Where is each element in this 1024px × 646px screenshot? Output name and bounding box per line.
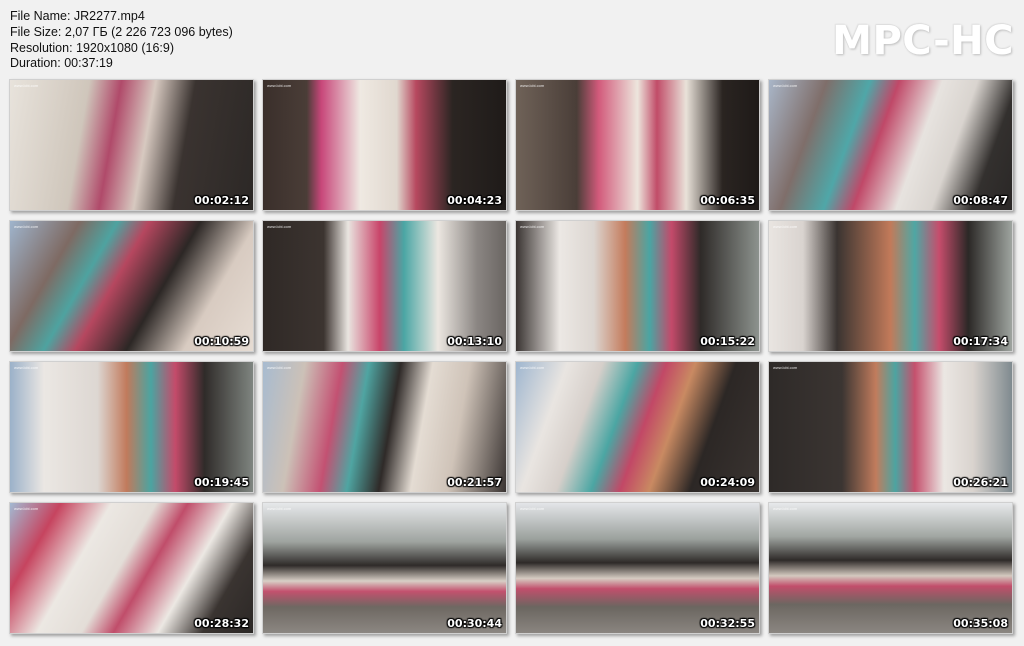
thumbnail: www.lcbi.com 00:08:47 [768, 79, 1013, 211]
watermark: www.lcbi.com [520, 506, 545, 511]
thumbnail: www.lcbi.com 00:30:44 [262, 502, 507, 634]
timestamp: 00:32:55 [700, 617, 755, 630]
video-frame [263, 80, 506, 210]
watermark: www.lcbi.com [773, 224, 798, 229]
thumbnail: www.lcbi.com 00:21:57 [262, 361, 507, 493]
video-frame [516, 362, 759, 492]
timestamp: 00:15:22 [700, 335, 755, 348]
duration-line: Duration: 00:37:19 [10, 56, 113, 71]
thumbnail-grid: www.lcbi.com 00:02:12 www.lcbi.com 00:04… [9, 79, 1014, 636]
timestamp: 00:17:34 [953, 335, 1008, 348]
thumbnail: www.lcbi.com 00:19:45 [9, 361, 254, 493]
thumbnail: www.lcbi.com 00:04:23 [262, 79, 507, 211]
thumbnail: www.lcbi.com 00:13:10 [262, 220, 507, 352]
thumbnail: www.lcbi.com 00:17:34 [768, 220, 1013, 352]
thumbnail: www.lcbi.com 00:06:35 [515, 79, 760, 211]
thumbnail: www.lcbi.com 00:28:32 [9, 502, 254, 634]
watermark: www.lcbi.com [773, 83, 798, 88]
video-frame [263, 221, 506, 351]
watermark: www.lcbi.com [520, 83, 545, 88]
watermark: www.lcbi.com [520, 365, 545, 370]
resolution-line: Resolution: 1920x1080 (16:9) [10, 40, 175, 55]
timestamp: 00:10:59 [194, 335, 249, 348]
video-frame [516, 221, 759, 351]
watermark: www.lcbi.com [267, 365, 292, 370]
watermark: www.lcbi.com [267, 506, 292, 511]
video-frame [263, 362, 506, 492]
thumbnail: www.lcbi.com 00:15:22 [515, 220, 760, 352]
video-frame [769, 80, 1012, 210]
video-frame [10, 80, 253, 210]
video-frame [769, 221, 1012, 351]
watermark: www.lcbi.com [773, 365, 798, 370]
timestamp: 00:19:45 [194, 476, 249, 489]
timestamp: 00:08:47 [953, 194, 1008, 207]
watermark: www.lcbi.com [520, 224, 545, 229]
timestamp: 00:35:08 [953, 617, 1008, 630]
video-frame [10, 503, 253, 633]
video-frame [769, 503, 1012, 633]
file-info: File Name: JR2277.mp4 File Size: 2,07 ГБ… [10, 9, 233, 72]
timestamp: 00:28:32 [194, 617, 249, 630]
watermark: www.lcbi.com [14, 224, 39, 229]
timestamp: 00:24:09 [700, 476, 755, 489]
video-frame [10, 362, 253, 492]
timestamp: 00:04:23 [447, 194, 502, 207]
watermark: www.lcbi.com [14, 506, 39, 511]
watermark: www.lcbi.com [14, 365, 39, 370]
thumbnail: www.lcbi.com 00:02:12 [9, 79, 254, 211]
file-name-line: File Name: JR2277.mp4 [10, 9, 145, 23]
watermark: www.lcbi.com [773, 506, 798, 511]
watermark: www.lcbi.com [267, 224, 292, 229]
thumbnail: www.lcbi.com 00:10:59 [9, 220, 254, 352]
timestamp: 00:21:57 [447, 476, 502, 489]
video-frame [769, 362, 1012, 492]
timestamp: 00:13:10 [447, 335, 502, 348]
thumbnail: www.lcbi.com 00:26:21 [768, 361, 1013, 493]
mpc-hc-logo: MPC-HC [832, 18, 1014, 64]
watermark: www.lcbi.com [267, 83, 292, 88]
timestamp: 00:06:35 [700, 194, 755, 207]
timestamp: 00:02:12 [194, 194, 249, 207]
video-frame [516, 80, 759, 210]
timestamp: 00:30:44 [447, 617, 502, 630]
video-frame [516, 503, 759, 633]
file-size-line: File Size: 2,07 ГБ (2 226 723 096 bytes) [10, 24, 233, 39]
thumbnail: www.lcbi.com 00:35:08 [768, 502, 1013, 634]
video-frame [10, 221, 253, 351]
video-frame [263, 503, 506, 633]
thumbnail: www.lcbi.com 00:24:09 [515, 361, 760, 493]
thumbnail: www.lcbi.com 00:32:55 [515, 502, 760, 634]
watermark: www.lcbi.com [14, 83, 39, 88]
timestamp: 00:26:21 [953, 476, 1008, 489]
